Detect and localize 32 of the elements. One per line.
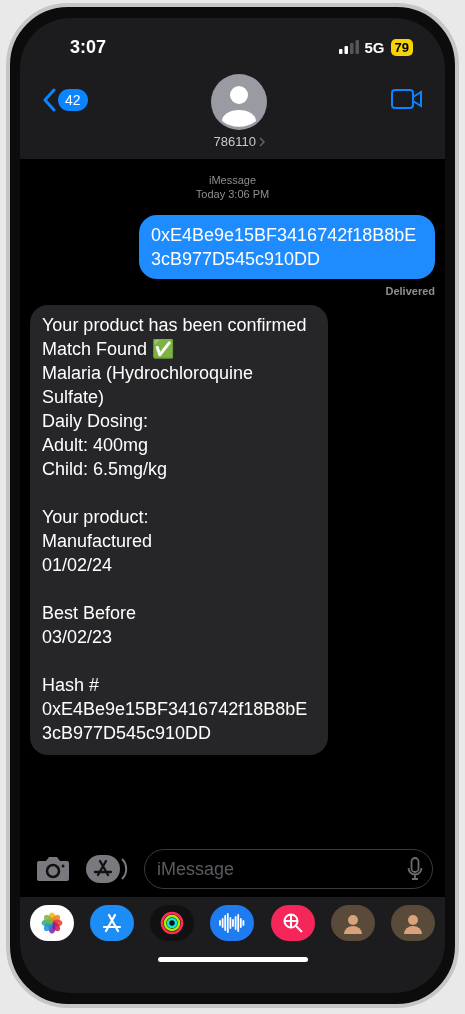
status-time: 3:07 — [70, 36, 107, 58]
photos-app-icon[interactable] — [30, 905, 74, 941]
rings-app-icon[interactable] — [150, 905, 195, 941]
video-camera-icon — [391, 88, 423, 110]
message-text: Your product: Manufactured 01/02/24 — [42, 506, 154, 577]
chevron-right-icon — [259, 136, 265, 147]
network-label: 5G — [364, 38, 385, 56]
message-text: Your product has been confirmed Match Found ✅ Malaria (Hydrochloroquine Sulfate) Daily Dosing: Adult: 400mg Child: 6.5mg/kg — [42, 314, 308, 481]
app-store-icon — [86, 854, 128, 884]
camera-icon — [36, 856, 70, 882]
unread-count-badge: 42 — [58, 89, 88, 111]
back-button[interactable]: 42 — [42, 88, 88, 112]
message-input-field[interactable]: iMessage — [144, 849, 433, 889]
contact-avatar-icon — [211, 74, 268, 130]
service-label: iMessage — [207, 173, 258, 187]
battery-percentage: 79 — [390, 38, 413, 56]
apps-button[interactable] — [86, 854, 128, 884]
avatar-app-icon[interactable] — [330, 905, 375, 941]
app-store-icon[interactable] — [90, 905, 135, 941]
back-chevron-icon — [42, 88, 56, 112]
sent-message-bubble: 0xE4Be9e15BF3416742f18B8bE3cB977D545c910DD — [139, 215, 435, 279]
camera-button[interactable] — [36, 856, 70, 882]
message-timestamp: Today 3:06 PM — [194, 187, 271, 201]
avatar-app-icon[interactable] — [390, 905, 435, 941]
microphone-icon[interactable] — [407, 857, 423, 881]
globe-search-app-icon[interactable] — [270, 905, 315, 941]
sound-wave-app-icon[interactable] — [210, 905, 255, 941]
contact-name[interactable]: 786110 — [213, 134, 265, 149]
delivery-status: Delivered — [385, 285, 435, 297]
message-text: Hash # 0xE4Be9e15BF3416742f18B8bE3cB977D545c910DD — [42, 674, 309, 745]
message-text: Best Before 03/02/23 — [42, 602, 138, 649]
signal-icon — [338, 40, 359, 54]
